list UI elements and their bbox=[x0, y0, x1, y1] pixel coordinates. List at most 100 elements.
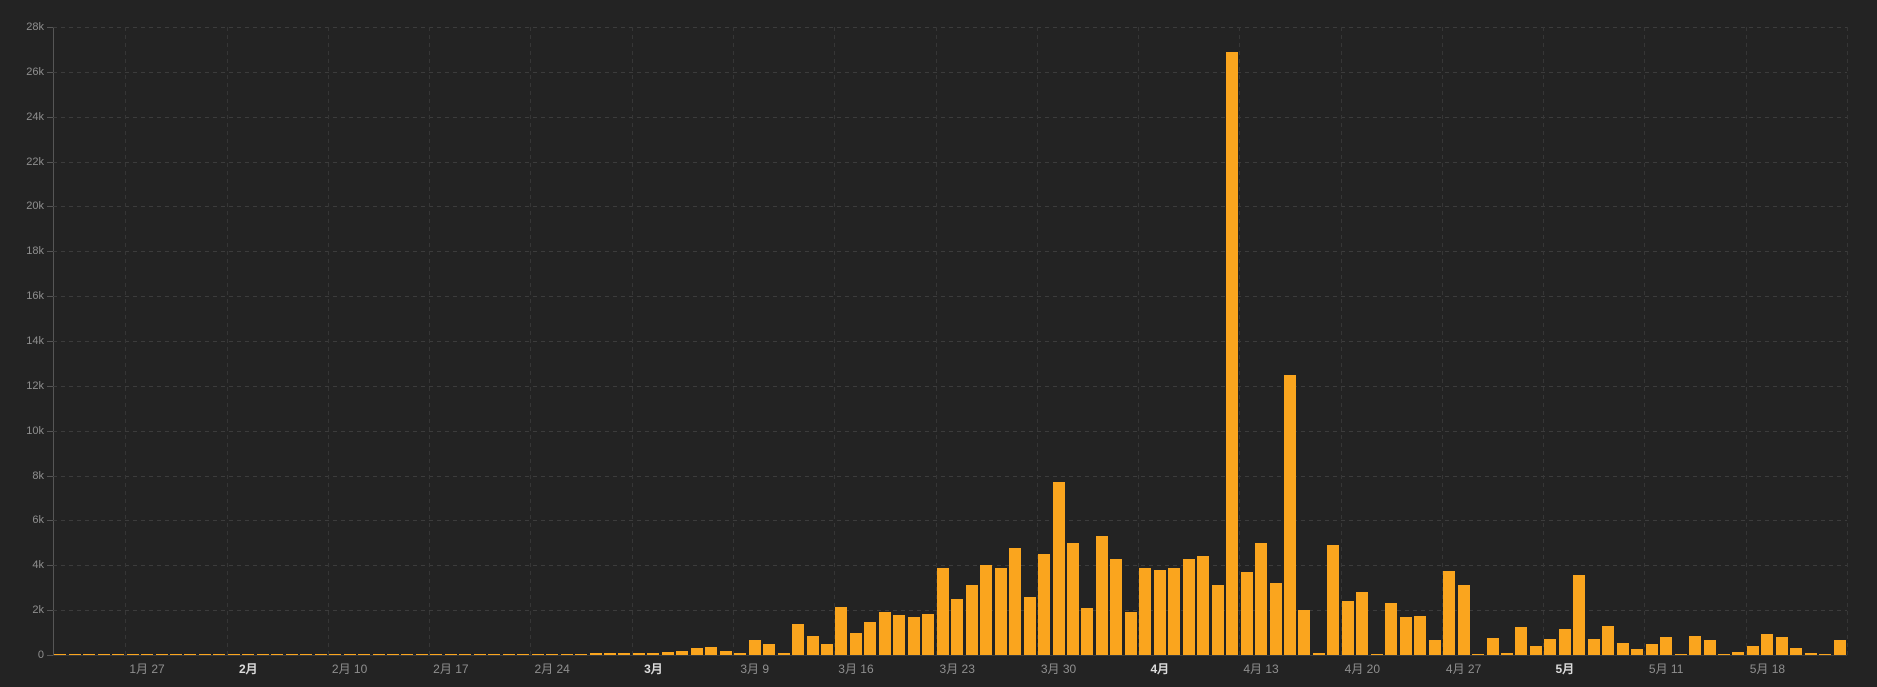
bar-5月8[interactable] bbox=[1616, 642, 1629, 655]
bar-4月11[interactable] bbox=[1226, 51, 1239, 655]
bar-4月24[interactable] bbox=[1414, 615, 1427, 655]
y-axis-tick bbox=[47, 520, 53, 522]
x-axis-label: 5月 18 bbox=[1749, 662, 1786, 676]
y-axis-tick bbox=[47, 116, 53, 118]
bar-3月22[interactable] bbox=[936, 567, 949, 655]
bar-3月18[interactable] bbox=[878, 612, 891, 655]
bar-4月6[interactable] bbox=[1153, 569, 1166, 655]
bar-3月16[interactable] bbox=[849, 632, 862, 655]
bar-4月12[interactable] bbox=[1240, 572, 1253, 655]
bar-5月17[interactable] bbox=[1746, 646, 1759, 655]
bar-4月3[interactable] bbox=[1110, 558, 1123, 655]
bar-4月10[interactable] bbox=[1211, 585, 1224, 655]
bar-3月31[interactable] bbox=[1066, 542, 1079, 655]
bar-3月14[interactable] bbox=[821, 643, 834, 655]
gridline-vertical bbox=[732, 27, 734, 655]
bar-3月12[interactable] bbox=[792, 623, 805, 655]
bar-5月2[interactable] bbox=[1529, 646, 1542, 655]
gridline-vertical bbox=[1138, 27, 1140, 655]
y-axis-label: 20k bbox=[26, 200, 44, 213]
y-axis-tick bbox=[47, 206, 53, 208]
bar-5月3[interactable] bbox=[1544, 639, 1557, 655]
y-axis-label: 12k bbox=[26, 379, 44, 392]
bar-3月5[interactable] bbox=[690, 647, 703, 655]
bar-4月27[interactable] bbox=[1457, 585, 1470, 655]
bar-3月26[interactable] bbox=[994, 567, 1007, 655]
bar-4月7[interactable] bbox=[1168, 567, 1181, 655]
bar-4月2[interactable] bbox=[1095, 536, 1108, 655]
bar-5月20[interactable] bbox=[1790, 648, 1803, 655]
bar-4月20[interactable] bbox=[1356, 592, 1369, 655]
bar-5月6[interactable] bbox=[1587, 639, 1600, 655]
bar-4月16[interactable] bbox=[1298, 610, 1311, 655]
bar-4月19[interactable] bbox=[1341, 601, 1354, 655]
x-axis-label-month: 2月 bbox=[238, 662, 258, 676]
bar-4月14[interactable] bbox=[1269, 583, 1282, 655]
gridline-vertical bbox=[429, 27, 431, 655]
bar-5月10[interactable] bbox=[1645, 643, 1658, 655]
x-axis-label: 3月 30 bbox=[1040, 662, 1077, 676]
x-axis-label: 1月 27 bbox=[129, 662, 165, 676]
bar-5月5[interactable] bbox=[1573, 575, 1586, 655]
x-axis-label: 3月 16 bbox=[838, 662, 874, 676]
bar-4月23[interactable] bbox=[1399, 616, 1412, 655]
bar-3月21[interactable] bbox=[922, 613, 935, 655]
bar-3月17[interactable] bbox=[864, 622, 877, 655]
bar-3月20[interactable] bbox=[907, 616, 920, 655]
bar-4月18[interactable] bbox=[1327, 545, 1340, 655]
bar-5月7[interactable] bbox=[1602, 625, 1615, 655]
y-axis-label: 14k bbox=[26, 335, 44, 347]
gridline-vertical bbox=[1847, 27, 1848, 655]
bar-4月29[interactable] bbox=[1486, 638, 1499, 655]
bar-3月29[interactable] bbox=[1038, 554, 1051, 655]
gridline-horizontal bbox=[53, 296, 1847, 298]
gridline-vertical bbox=[125, 27, 127, 655]
bar-4月25[interactable] bbox=[1428, 640, 1441, 655]
bar-5月23[interactable] bbox=[1833, 640, 1846, 655]
bar-3月10[interactable] bbox=[763, 643, 776, 655]
bar-5月1[interactable] bbox=[1515, 626, 1528, 655]
bar-3月28[interactable] bbox=[1023, 596, 1036, 655]
gridline-horizontal bbox=[53, 341, 1847, 342]
gridline-vertical bbox=[1239, 27, 1241, 655]
bar-4月22[interactable] bbox=[1385, 603, 1398, 655]
bar-5月4[interactable] bbox=[1558, 629, 1571, 655]
bar-5月11[interactable] bbox=[1660, 637, 1673, 655]
bar-4月9[interactable] bbox=[1197, 556, 1210, 655]
x-axis-label: 3月 23 bbox=[939, 662, 975, 676]
bar-3月9[interactable] bbox=[748, 640, 761, 655]
bar-3月15[interactable] bbox=[835, 606, 848, 655]
gridline-vertical bbox=[1745, 27, 1747, 655]
bar-3月6[interactable] bbox=[705, 646, 718, 655]
bar-4月15[interactable] bbox=[1283, 374, 1296, 655]
bar-5月18[interactable] bbox=[1761, 633, 1774, 655]
bar-3月19[interactable] bbox=[893, 614, 906, 655]
y-axis-tick bbox=[47, 475, 53, 477]
bar-3月23[interactable] bbox=[951, 598, 964, 655]
y-axis-tick bbox=[47, 341, 53, 342]
bar-4月8[interactable] bbox=[1182, 558, 1195, 655]
gridline-vertical bbox=[834, 27, 836, 655]
y-axis-label: 28k bbox=[26, 21, 44, 33]
y-axis-tick bbox=[47, 565, 53, 567]
y-axis-label: 6k bbox=[32, 514, 44, 527]
bar-4月26[interactable] bbox=[1443, 570, 1456, 655]
bar-4月4[interactable] bbox=[1124, 612, 1137, 655]
x-axis-label: 2月 17 bbox=[433, 662, 469, 676]
bar-3月25[interactable] bbox=[980, 565, 993, 655]
bar-5月19[interactable] bbox=[1775, 637, 1788, 655]
x-axis-label: 4月 13 bbox=[1243, 662, 1279, 676]
bar-5月14[interactable] bbox=[1703, 640, 1716, 655]
bar-3月27[interactable] bbox=[1009, 548, 1022, 655]
y-axis-tick bbox=[47, 251, 53, 253]
bar-3月24[interactable] bbox=[965, 585, 978, 655]
y-axis-label: 10k bbox=[26, 424, 44, 437]
bar-3月13[interactable] bbox=[806, 635, 819, 655]
bar-3月30[interactable] bbox=[1052, 482, 1065, 655]
bar-4月1[interactable] bbox=[1081, 607, 1094, 655]
x-axis-label-month: 3月 bbox=[644, 662, 663, 676]
gridline-vertical bbox=[327, 27, 329, 655]
bar-4月13[interactable] bbox=[1255, 542, 1268, 655]
bar-4月5[interactable] bbox=[1139, 567, 1152, 655]
bar-5月13[interactable] bbox=[1689, 635, 1702, 655]
